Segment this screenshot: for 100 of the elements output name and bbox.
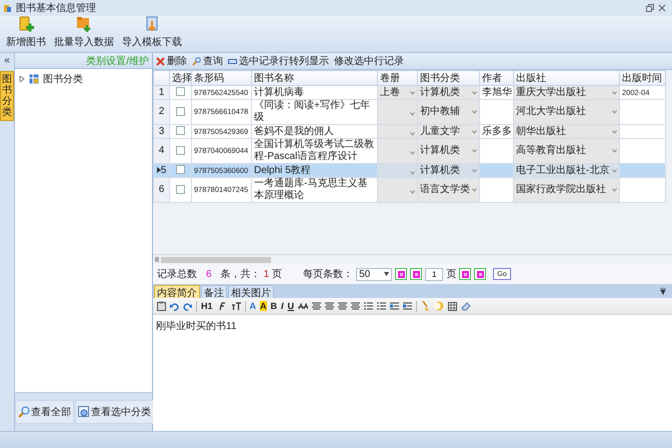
first-page-button[interactable] [395,268,408,280]
table-cell [620,100,666,124]
column-header[interactable]: 作者 [480,70,514,86]
column-header[interactable]: 图书分类 [418,70,480,86]
action-button[interactable]: 删除 [156,54,187,68]
next-page-button[interactable] [459,268,472,280]
column-header[interactable]: 卷册 [378,70,418,86]
align-icon[interactable] [325,302,334,310]
action-button[interactable]: 修改选中行记录 [334,54,404,68]
font-color-button[interactable]: A [250,301,256,311]
next-page-icon [462,270,469,278]
restore-icon[interactable] [646,4,654,12]
italic-button[interactable]: I [281,301,284,311]
strikethrough-icon[interactable] [298,302,308,310]
table-cell [620,124,666,138]
caret-icon [410,170,415,174]
grid-icon [29,74,39,84]
dropdown-cell[interactable]: 计算机类 [418,164,480,178]
view-button[interactable]: 查看选中分类 [75,400,154,424]
horizontal-scrollbar[interactable] [153,254,672,264]
dropdown-cell[interactable]: 语言文学类 [418,178,480,202]
dropdown-cell[interactable]: 计算机类 [418,86,480,100]
dropdown-cell[interactable] [378,164,418,178]
table-cell: Delphi 5教程 [252,164,378,178]
editor-tab[interactable]: 备注 [201,285,227,298]
checkbox[interactable] [176,126,185,136]
tree-item[interactable]: 图书分类 [43,72,83,86]
expand-arrow-icon[interactable] [19,76,25,82]
dropdown-cell[interactable]: 高等教育出版社 [514,138,620,164]
toolbar-button[interactable]: 新增图书 [4,15,48,50]
collapse-button[interactable]: « [4,53,10,67]
action-button[interactable]: 查询 [192,54,223,68]
caret-icon [612,110,617,114]
page-input[interactable]: 1 [425,268,444,280]
dropdown-cell[interactable]: 上卷 [378,86,418,100]
editor-tab[interactable]: 内容简介 [154,285,200,298]
indent-icon[interactable] [403,302,412,310]
toolbar-button[interactable]: 导入模板下载 [120,15,184,50]
list-icon[interactable] [364,302,374,310]
table-cell [480,138,514,164]
column-header[interactable]: 出版时间 [620,70,666,86]
dropdown-cell[interactable]: 计算机类 [418,138,480,164]
row-number: 3 [158,126,164,136]
dropdown-cell[interactable] [378,124,418,138]
row-number: 1 [158,86,164,98]
caret-icon [472,110,477,114]
record-count-label: 记录总数 [157,268,197,281]
table-cell [480,100,514,124]
clipboard-icon[interactable] [157,301,166,311]
checkbox[interactable] [176,106,185,116]
pager-label: 页 [446,268,456,281]
format-button[interactable]: H1 [201,301,213,311]
vertical-tab[interactable]: 图书分类 [0,71,14,121]
dropdown-cell[interactable]: 儿童文学 [418,124,480,138]
indent-icon[interactable] [390,302,400,310]
table-icon[interactable] [448,302,458,310]
close-icon[interactable] [658,4,666,12]
scroll-thumb[interactable] [161,256,271,262]
checkbox[interactable] [176,87,185,96]
checkbox[interactable] [176,165,185,174]
action-button[interactable]: 选中记录行转列显示 [228,54,329,68]
column-header[interactable]: 条形码 [192,70,252,86]
format-button[interactable]: B [270,301,278,311]
toolbar-button[interactable]: 批量导入数据 [52,15,116,50]
underline-button[interactable]: U [288,301,294,311]
column-header[interactable]: 选择 [170,70,192,86]
checkbox[interactable] [176,146,185,155]
row-number: 6 [158,184,164,195]
dropdown-cell[interactable] [378,138,418,164]
editor-tab[interactable]: 相关图片 [228,285,274,298]
font-icon[interactable] [216,302,227,310]
undo-icon[interactable] [170,302,179,310]
align-icon[interactable] [351,302,360,310]
dropdown-cell[interactable]: 朝华出版社 [514,124,620,138]
magnifier-window-icon [78,406,90,418]
dropdown-cell[interactable]: 国家行政学院出版社 [514,178,620,202]
dropdown-cell[interactable]: 电子工业出版社-北京 [514,164,620,178]
last-page-button[interactable] [474,268,486,280]
view-button[interactable]: 查看全部 [15,400,74,424]
column-header[interactable]: 图书名称 [252,70,378,86]
font-size-icon[interactable] [230,302,241,310]
redo-icon[interactable] [183,302,192,310]
dropdown-cell[interactable]: 初中教辅 [418,100,480,124]
align-icon[interactable] [312,302,322,310]
checkbox[interactable] [176,184,185,194]
column-header[interactable]: 出版社 [514,70,620,86]
dropdown-cell[interactable]: 河北大学出版社 [514,100,620,124]
pin-icon[interactable] [660,288,666,294]
page-size-dropdown[interactable]: 50 [356,268,392,280]
brush-icon[interactable] [421,301,430,311]
highlight-button[interactable]: A [260,301,267,311]
previous-page-button[interactable] [410,268,422,280]
dropdown-cell[interactable] [378,100,418,124]
list-icon[interactable] [377,302,386,310]
align-icon[interactable] [338,302,348,310]
dropdown-cell[interactable] [378,178,418,202]
eraser-icon[interactable] [461,302,472,310]
folder-arrow-icon [75,16,93,34]
first-page-icon [398,270,405,278]
dropdown-cell[interactable]: 重庆大学出版社 [514,86,620,100]
